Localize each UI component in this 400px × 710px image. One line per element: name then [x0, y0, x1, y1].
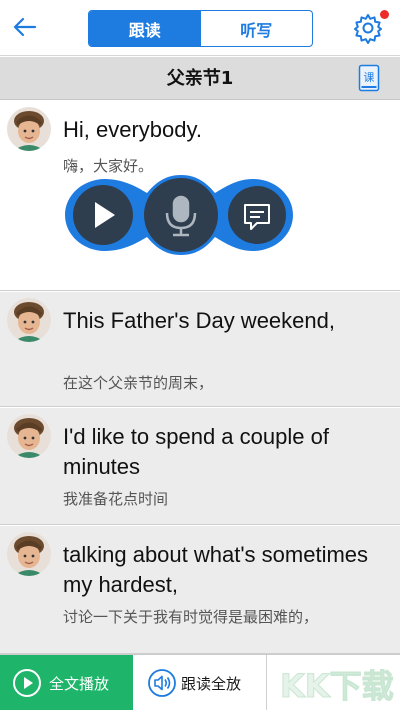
sentence-english: This Father's Day weekend, [63, 308, 335, 333]
follow-all-button[interactable]: 跟读全放 [133, 655, 267, 710]
lesson-title-bar: 父亲节1 课 [0, 57, 400, 100]
course-book-icon[interactable]: 课 [358, 64, 380, 92]
playback-controls [65, 175, 293, 255]
mode-segmented-control: 跟读 听写 [88, 10, 313, 47]
watermark-text: KK下载 [280, 667, 394, 705]
avatar [7, 532, 51, 576]
sentence-row[interactable]: Hi, everybody. 嗨，大家好。 [0, 101, 400, 291]
avatar [7, 107, 51, 151]
sentence-chinese: 在这个父亲节的周末， [63, 374, 214, 392]
follow-all-label: 跟读全放 [181, 674, 242, 693]
tab-follow-read[interactable]: 跟读 [89, 11, 201, 46]
back-arrow-icon[interactable] [10, 12, 40, 42]
sentence-chinese: 讨论一下关于我有时觉得是最困难的， [63, 608, 319, 626]
page-title: 父亲节1 [166, 68, 234, 89]
course-icon-label: 课 [364, 71, 375, 84]
top-bar: 跟读 听写 [0, 0, 400, 56]
comment-button[interactable] [228, 186, 286, 244]
play-button[interactable] [73, 185, 133, 245]
sentence-english: Hi, everybody. [63, 117, 202, 142]
sentence-row[interactable]: This Father's Day weekend, 在这个父亲节的周末， [0, 292, 400, 407]
gear-icon[interactable] [352, 12, 384, 44]
play-all-button[interactable]: 全文播放 [0, 655, 133, 710]
play-all-label: 全文播放 [49, 674, 110, 693]
avatar [7, 298, 51, 342]
sentence-english: talking about what's sometimes my hardes… [63, 542, 369, 597]
speaker-icon [148, 669, 176, 697]
sentence-chinese: 我准备花点时间 [63, 490, 169, 508]
avatar [7, 414, 51, 458]
record-button[interactable] [144, 178, 218, 252]
kk-watermark-logo: KK下载 [280, 667, 395, 706]
sentence-row[interactable]: talking about what's sometimes my hardes… [0, 526, 400, 654]
notification-dot [380, 10, 389, 19]
sentence-row[interactable]: I'd like to spend a couple of minutes 我准… [0, 408, 400, 525]
tab-dictation[interactable]: 听写 [201, 11, 313, 46]
sentence-english: I'd like to spend a couple of minutes [63, 424, 329, 479]
play-circle-icon [13, 669, 41, 697]
bottom-bar: 全文播放 跟读全放 KK下载 [0, 654, 400, 710]
